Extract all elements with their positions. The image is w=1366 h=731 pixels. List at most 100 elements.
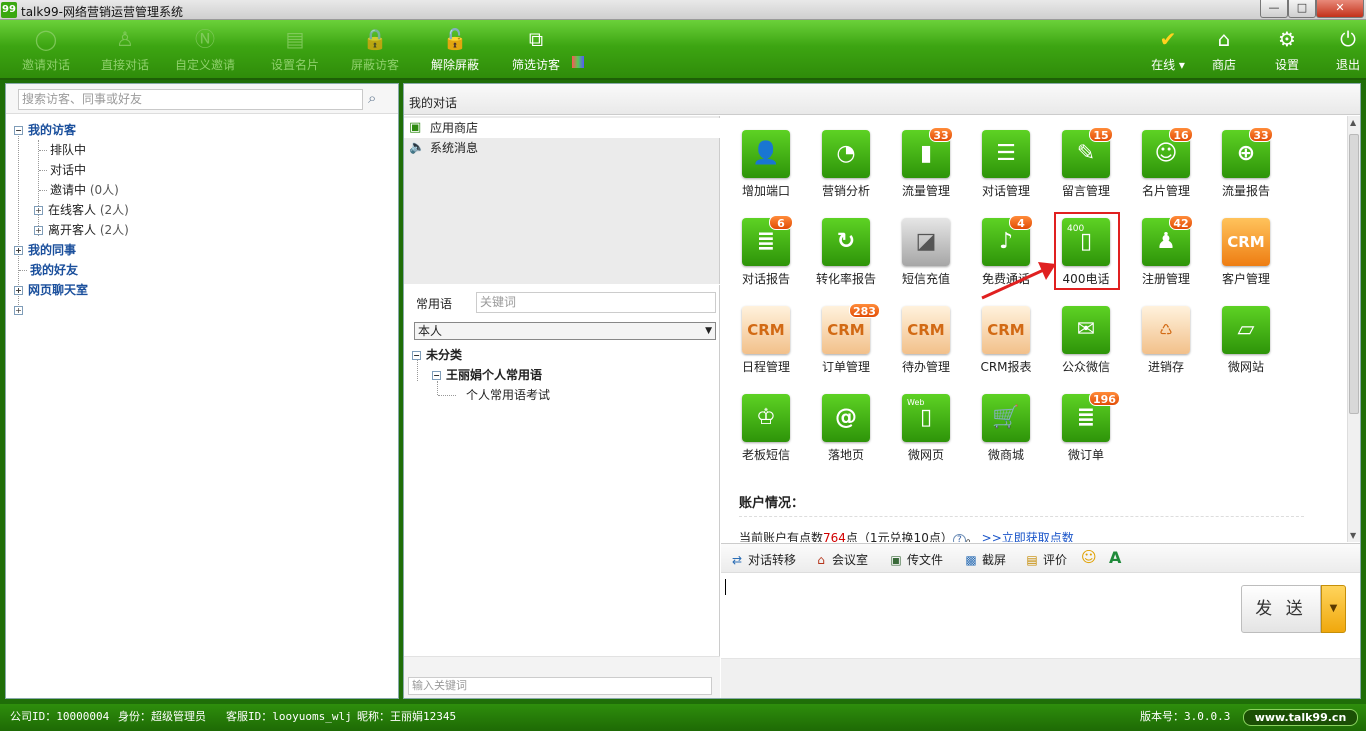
tree-web-chatroom[interactable]: + 网页聊天室 — [14, 280, 88, 300]
filter-icon: ⧉ — [528, 27, 544, 51]
conversation-app-store[interactable]: ▣ 应用商店 — [404, 118, 720, 138]
tree-online-guests[interactable]: + 在线客人 (2人) — [34, 200, 129, 220]
app-tile[interactable]: @ 落地页 — [811, 394, 881, 476]
color-palette-icon[interactable] — [572, 56, 584, 68]
block-visitor-button[interactable]: 🔒 屏蔽访客 — [344, 26, 406, 76]
screenshot-button[interactable]: ▩ 截屏 — [963, 551, 1006, 568]
app-tile[interactable]: CRM 待办管理 — [891, 306, 961, 388]
app-tile[interactable]: ▯ Web 微网页 — [891, 394, 961, 476]
app-grid-scrollbar[interactable]: ▲ ▼ — [1347, 116, 1360, 542]
app-tile[interactable]: ✎ 15 留言管理 — [1051, 127, 1121, 212]
app-badge: 16 — [1169, 127, 1193, 142]
app-tile[interactable]: CRM 日程管理 — [731, 306, 801, 388]
settings-button[interactable]: ⚙ 设置 — [1267, 26, 1307, 76]
tree-unnamed-group[interactable]: + — [14, 300, 28, 320]
close-button[interactable]: ✕ — [1316, 0, 1364, 18]
tree-connector — [39, 170, 47, 171]
tree-my-friends[interactable]: 我的好友 — [30, 260, 78, 280]
app-tile[interactable]: ≣ 6 对话报告 — [731, 215, 801, 300]
font-button[interactable]: A — [1109, 548, 1121, 567]
phrase-owner-select[interactable]: 本人 ▼ — [414, 322, 716, 340]
phrase-keyword-input[interactable]: 关键词 — [476, 292, 716, 313]
account-prefix: 当前账户有点数 — [739, 531, 824, 542]
collapse-icon[interactable]: − — [432, 371, 441, 380]
set-card-button[interactable]: ▤ 设置名片 — [264, 26, 326, 76]
scrollbar-thumb[interactable] — [1349, 134, 1359, 414]
tree-my-colleagues[interactable]: + 我的同事 — [14, 240, 76, 260]
scroll-up-icon[interactable]: ▲ — [1350, 118, 1356, 127]
meeting-room-button[interactable]: ⌂ 会议室 — [813, 551, 868, 568]
app-tile[interactable]: ≣ 196 微订单 — [1051, 391, 1121, 476]
service-id: 客服ID：looyuoms_wlj — [226, 710, 352, 723]
expand-icon[interactable]: + — [34, 206, 43, 215]
chat-message-input[interactable]: 发 送 ▼ — [721, 573, 1360, 658]
app-tile[interactable]: ◔ 营销分析 — [811, 130, 881, 212]
tree-my-visitors[interactable]: − 我的访客 — [14, 120, 76, 140]
app-tile[interactable]: 🛒 微商城 — [971, 394, 1041, 476]
expand-icon[interactable]: + — [14, 286, 23, 295]
tree-chatting[interactable]: 对话中 — [50, 160, 86, 180]
chat-toolbar: ⇄ 对话转移 ⌂ 会议室 ▣ 传文件 ▩ 截屏 ▤ 评价 ☺ A — [721, 543, 1360, 573]
account-points: 764 — [823, 531, 846, 542]
tree-inviting[interactable]: 邀请中 (0人) — [50, 180, 119, 200]
person-icon: ♙ — [116, 27, 134, 51]
maximize-button[interactable]: □ — [1288, 0, 1316, 18]
transfer-chat-button[interactable]: ⇄ 对话转移 — [729, 551, 796, 568]
phrase-item[interactable]: 个人常用语考试 — [466, 385, 550, 405]
expand-icon[interactable]: + — [14, 306, 23, 315]
app-tile[interactable]: ☰ 对话管理 — [971, 130, 1041, 212]
send-file-button[interactable]: ▣ 传文件 — [888, 551, 943, 568]
unblock-label: 解除屏蔽 — [430, 58, 479, 72]
app-icon: 👤 — [742, 130, 790, 178]
app-tile[interactable]: ☺ 16 名片管理 — [1131, 127, 1201, 212]
app-tile[interactable]: 👤 增加端口 — [731, 130, 801, 212]
app-tile[interactable]: ▱ 微网站 — [1211, 306, 1281, 388]
send-options-dropdown[interactable]: ▼ — [1321, 585, 1346, 633]
collapse-icon[interactable]: − — [412, 351, 421, 360]
app-icon: ◪ — [902, 218, 950, 266]
app-tile[interactable]: ♟ 42 注册管理 — [1131, 215, 1201, 300]
send-button[interactable]: 发 送 — [1241, 585, 1321, 633]
app-tile[interactable]: CRM 客户管理 — [1211, 218, 1281, 300]
expand-icon[interactable]: + — [14, 246, 23, 255]
app-logo: 99 — [1, 2, 17, 18]
app-tile[interactable]: CRM 283 订单管理 — [811, 303, 881, 388]
app-tile[interactable]: ⊕ 33 流量报告 — [1211, 127, 1281, 212]
scroll-down-icon[interactable]: ▼ — [1350, 531, 1356, 540]
store-button[interactable]: ⌂ 商店 — [1204, 26, 1244, 76]
minimize-button[interactable]: — — [1260, 0, 1288, 18]
phrase-category-personal[interactable]: − 王丽娟个人常用语 — [432, 365, 542, 385]
app-tile[interactable]: ▮ 33 流量管理 — [891, 127, 961, 212]
app-tile[interactable]: ✉ 公众微信 — [1051, 306, 1121, 388]
filter-visitor-button[interactable]: ⧉ 筛选访客 — [504, 26, 568, 76]
exit-button[interactable]: ⏻ 退出 — [1328, 26, 1366, 76]
app-tile[interactable]: CRM CRM报表 — [971, 306, 1041, 388]
tree-queue[interactable]: 排队中 — [50, 140, 86, 160]
phrase-category-unclassified[interactable]: − 未分类 — [412, 345, 462, 365]
text-caret — [725, 579, 726, 595]
rate-button[interactable]: ▤ 评价 — [1024, 551, 1067, 568]
website-link[interactable]: www.talk99.cn — [1243, 709, 1358, 726]
phrase-search-input[interactable]: 输入关键词 — [408, 677, 712, 695]
app-tile[interactable]: ◪ 短信充值 — [891, 218, 961, 300]
custom-invite-button[interactable]: Ⓝ 自定义邀请 — [170, 26, 240, 76]
app-tile[interactable]: ↻ 转化率报告 — [811, 218, 881, 300]
tree-label: 我的好友 — [30, 263, 79, 277]
conversation-system-message[interactable]: 🔈 系统消息 — [404, 138, 720, 158]
expand-icon[interactable]: + — [34, 226, 43, 235]
rate-icon: ▤ — [1026, 553, 1038, 567]
app-tile[interactable]: ♺ 进销存 — [1131, 306, 1201, 388]
collapse-icon[interactable]: − — [14, 126, 23, 135]
tree-left-guests[interactable]: + 离开客人 (2人) — [34, 220, 129, 240]
search-icon[interactable]: ⌕ — [368, 89, 390, 109]
unblock-button[interactable]: 🔓 解除屏蔽 — [424, 26, 486, 76]
help-icon[interactable]: ? — [952, 534, 966, 542]
phrases-label: 常用语 — [416, 297, 453, 311]
invite-chat-button[interactable]: ◯ 邀请对话 — [15, 26, 77, 76]
get-points-link[interactable]: >>立即获取点数 — [982, 531, 1074, 542]
direct-chat-button[interactable]: ♙ 直接对话 — [94, 26, 156, 76]
emoji-button[interactable]: ☺ — [1081, 548, 1097, 566]
online-status-button[interactable]: ✔ 在线 ▾ — [1146, 26, 1190, 76]
contact-search-input[interactable]: 搜索访客、同事或好友 — [18, 89, 363, 110]
app-tile[interactable]: ♔ 老板短信 — [731, 394, 801, 476]
